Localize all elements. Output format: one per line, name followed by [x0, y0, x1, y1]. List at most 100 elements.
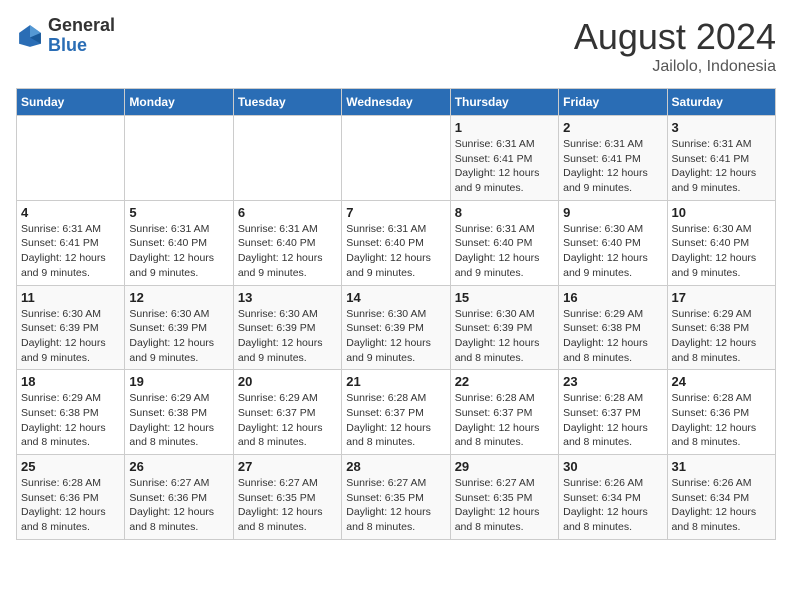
day-number: 7 [346, 205, 445, 220]
day-info: Sunrise: 6:29 AM Sunset: 6:38 PM Dayligh… [672, 307, 771, 366]
day-number: 13 [238, 290, 337, 305]
calendar-cell: 21 Sunrise: 6:28 AM Sunset: 6:37 PM Dayli… [342, 370, 450, 455]
day-number: 30 [563, 459, 662, 474]
day-number: 21 [346, 374, 445, 389]
day-info: Sunrise: 6:27 AM Sunset: 6:35 PM Dayligh… [455, 476, 554, 535]
day-info: Sunrise: 6:30 AM Sunset: 6:39 PM Dayligh… [129, 307, 228, 366]
day-info: Sunrise: 6:31 AM Sunset: 6:40 PM Dayligh… [455, 222, 554, 281]
day-info: Sunrise: 6:27 AM Sunset: 6:36 PM Dayligh… [129, 476, 228, 535]
day-number: 23 [563, 374, 662, 389]
day-number: 16 [563, 290, 662, 305]
day-number: 20 [238, 374, 337, 389]
day-info: Sunrise: 6:28 AM Sunset: 6:37 PM Dayligh… [563, 391, 662, 450]
calendar-cell: 23 Sunrise: 6:28 AM Sunset: 6:37 PM Dayli… [559, 370, 667, 455]
day-number: 27 [238, 459, 337, 474]
day-number: 28 [346, 459, 445, 474]
calendar-cell: 17 Sunrise: 6:29 AM Sunset: 6:38 PM Dayli… [667, 285, 775, 370]
calendar-week-row: 25 Sunrise: 6:28 AM Sunset: 6:36 PM Dayli… [17, 455, 776, 540]
calendar-cell: 20 Sunrise: 6:29 AM Sunset: 6:37 PM Dayli… [233, 370, 341, 455]
day-number: 25 [21, 459, 120, 474]
day-info: Sunrise: 6:31 AM Sunset: 6:40 PM Dayligh… [129, 222, 228, 281]
calendar-cell: 26 Sunrise: 6:27 AM Sunset: 6:36 PM Dayli… [125, 455, 233, 540]
day-info: Sunrise: 6:29 AM Sunset: 6:38 PM Dayligh… [563, 307, 662, 366]
calendar-cell: 12 Sunrise: 6:30 AM Sunset: 6:39 PM Dayli… [125, 285, 233, 370]
day-number: 18 [21, 374, 120, 389]
day-number: 6 [238, 205, 337, 220]
day-info: Sunrise: 6:28 AM Sunset: 6:36 PM Dayligh… [21, 476, 120, 535]
day-info: Sunrise: 6:31 AM Sunset: 6:40 PM Dayligh… [238, 222, 337, 281]
day-info: Sunrise: 6:26 AM Sunset: 6:34 PM Dayligh… [672, 476, 771, 535]
day-info: Sunrise: 6:27 AM Sunset: 6:35 PM Dayligh… [346, 476, 445, 535]
day-info: Sunrise: 6:29 AM Sunset: 6:37 PM Dayligh… [238, 391, 337, 450]
calendar-cell: 8Sunrise: 6:31 AM Sunset: 6:40 PM Daylig… [450, 200, 558, 285]
calendar-cell: 27 Sunrise: 6:27 AM Sunset: 6:35 PM Dayli… [233, 455, 341, 540]
column-header-friday: Friday [559, 89, 667, 116]
calendar-cell: 9Sunrise: 6:30 AM Sunset: 6:40 PM Daylig… [559, 200, 667, 285]
day-number: 24 [672, 374, 771, 389]
day-info: Sunrise: 6:28 AM Sunset: 6:36 PM Dayligh… [672, 391, 771, 450]
calendar-cell: 19 Sunrise: 6:29 AM Sunset: 6:38 PM Dayli… [125, 370, 233, 455]
day-info: Sunrise: 6:28 AM Sunset: 6:37 PM Dayligh… [346, 391, 445, 450]
day-number: 4 [21, 205, 120, 220]
column-header-thursday: Thursday [450, 89, 558, 116]
column-header-saturday: Saturday [667, 89, 775, 116]
calendar-cell: 15Sunrise: 6:30 AM Sunset: 6:39 PM Dayli… [450, 285, 558, 370]
calendar-cell: 31 Sunrise: 6:26 AM Sunset: 6:34 PM Dayli… [667, 455, 775, 540]
day-info: Sunrise: 6:29 AM Sunset: 6:38 PM Dayligh… [129, 391, 228, 450]
column-header-monday: Monday [125, 89, 233, 116]
day-number: 3 [672, 120, 771, 135]
day-number: 15 [455, 290, 554, 305]
calendar-header-row: SundayMondayTuesdayWednesdayThursdayFrid… [17, 89, 776, 116]
calendar-cell: 29 Sunrise: 6:27 AM Sunset: 6:35 PM Dayli… [450, 455, 558, 540]
calendar-week-row: 18 Sunrise: 6:29 AM Sunset: 6:38 PM Dayli… [17, 370, 776, 455]
day-info: Sunrise: 6:30 AM Sunset: 6:39 PM Dayligh… [238, 307, 337, 366]
month-title: August 2024 [574, 16, 776, 58]
calendar-cell [125, 116, 233, 201]
day-number: 10 [672, 205, 771, 220]
day-number: 19 [129, 374, 228, 389]
title-block: August 2024 Jailolo, Indonesia [574, 16, 776, 76]
day-info: Sunrise: 6:30 AM Sunset: 6:39 PM Dayligh… [21, 307, 120, 366]
day-info: Sunrise: 6:30 AM Sunset: 6:39 PM Dayligh… [346, 307, 445, 366]
logo-icon [16, 22, 44, 50]
calendar-week-row: 4Sunrise: 6:31 AM Sunset: 6:41 PM Daylig… [17, 200, 776, 285]
day-number: 26 [129, 459, 228, 474]
calendar-cell: 1 Sunrise: 6:31 AM Sunset: 6:41 PM Daylig… [450, 116, 558, 201]
calendar-cell: 11 Sunrise: 6:30 AM Sunset: 6:39 PM Dayli… [17, 285, 125, 370]
calendar-cell [233, 116, 341, 201]
day-number: 31 [672, 459, 771, 474]
day-info: Sunrise: 6:31 AM Sunset: 6:41 PM Dayligh… [455, 137, 554, 196]
day-number: 1 [455, 120, 554, 135]
logo-blue-text: Blue [48, 35, 87, 55]
calendar-cell: 7Sunrise: 6:31 AM Sunset: 6:40 PM Daylig… [342, 200, 450, 285]
calendar-cell: 28 Sunrise: 6:27 AM Sunset: 6:35 PM Dayli… [342, 455, 450, 540]
calendar-cell: 10Sunrise: 6:30 AM Sunset: 6:40 PM Dayli… [667, 200, 775, 285]
day-info: Sunrise: 6:30 AM Sunset: 6:40 PM Dayligh… [563, 222, 662, 281]
calendar-table: SundayMondayTuesdayWednesdayThursdayFrid… [16, 88, 776, 540]
calendar-cell: 6 Sunrise: 6:31 AM Sunset: 6:40 PM Daylig… [233, 200, 341, 285]
day-number: 14 [346, 290, 445, 305]
calendar-week-row: 11 Sunrise: 6:30 AM Sunset: 6:39 PM Dayli… [17, 285, 776, 370]
calendar-cell: 22Sunrise: 6:28 AM Sunset: 6:37 PM Dayli… [450, 370, 558, 455]
calendar-cell: 18 Sunrise: 6:29 AM Sunset: 6:38 PM Dayli… [17, 370, 125, 455]
calendar-cell: 5Sunrise: 6:31 AM Sunset: 6:40 PM Daylig… [125, 200, 233, 285]
day-number: 11 [21, 290, 120, 305]
day-info: Sunrise: 6:27 AM Sunset: 6:35 PM Dayligh… [238, 476, 337, 535]
calendar-cell: 16 Sunrise: 6:29 AM Sunset: 6:38 PM Dayli… [559, 285, 667, 370]
day-number: 17 [672, 290, 771, 305]
day-info: Sunrise: 6:29 AM Sunset: 6:38 PM Dayligh… [21, 391, 120, 450]
column-header-tuesday: Tuesday [233, 89, 341, 116]
calendar-cell: 3Sunrise: 6:31 AM Sunset: 6:41 PM Daylig… [667, 116, 775, 201]
column-header-sunday: Sunday [17, 89, 125, 116]
day-number: 12 [129, 290, 228, 305]
location: Jailolo, Indonesia [574, 58, 776, 76]
calendar-cell [342, 116, 450, 201]
calendar-cell: 14 Sunrise: 6:30 AM Sunset: 6:39 PM Dayli… [342, 285, 450, 370]
column-header-wednesday: Wednesday [342, 89, 450, 116]
day-number: 29 [455, 459, 554, 474]
calendar-cell: 30 Sunrise: 6:26 AM Sunset: 6:34 PM Dayli… [559, 455, 667, 540]
day-info: Sunrise: 6:31 AM Sunset: 6:41 PM Dayligh… [563, 137, 662, 196]
calendar-cell: 2 Sunrise: 6:31 AM Sunset: 6:41 PM Daylig… [559, 116, 667, 201]
day-number: 2 [563, 120, 662, 135]
day-info: Sunrise: 6:26 AM Sunset: 6:34 PM Dayligh… [563, 476, 662, 535]
